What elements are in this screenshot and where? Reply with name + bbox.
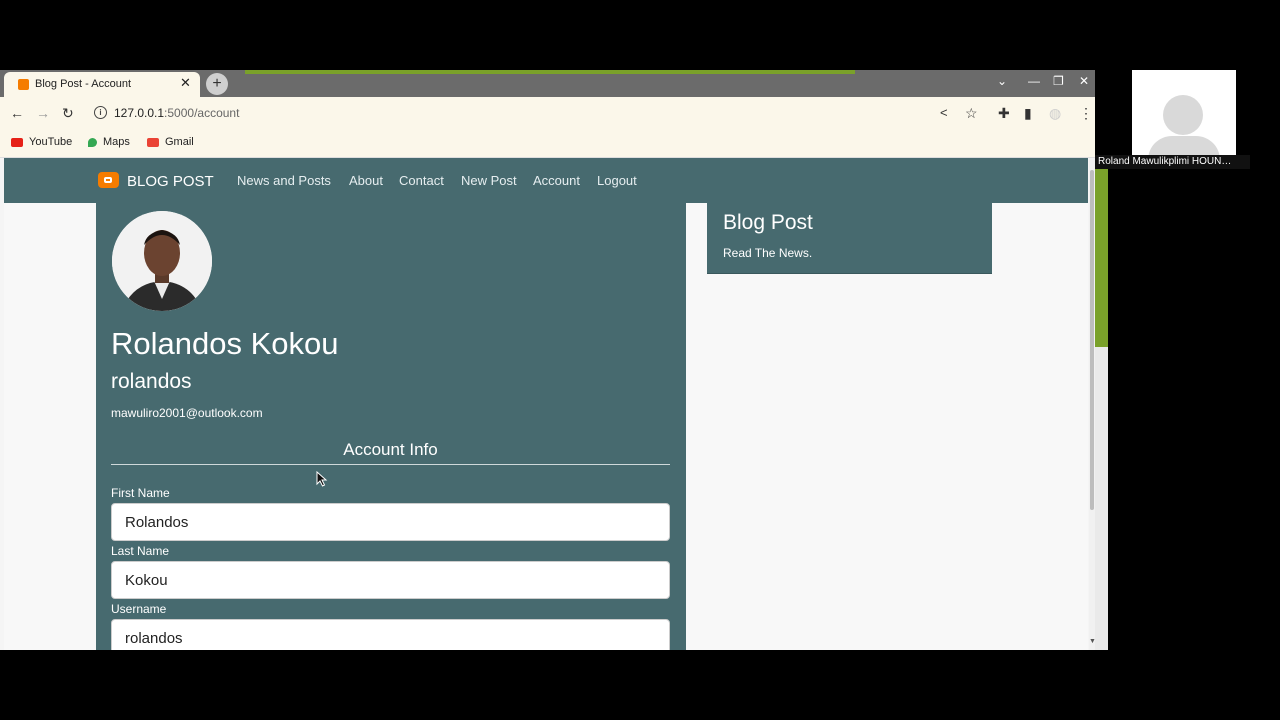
username-field[interactable] xyxy=(111,619,670,650)
background-window-edge xyxy=(1095,157,1108,650)
profile-avatar xyxy=(112,211,212,311)
meeting-participant-tile[interactable] xyxy=(1132,70,1236,160)
profile-photo xyxy=(112,211,212,311)
maps-pin-icon xyxy=(88,137,97,147)
nav-account[interactable]: Account xyxy=(533,173,580,188)
nav-logout[interactable]: Logout xyxy=(597,173,637,188)
background-window-accent xyxy=(1095,157,1108,347)
username-label: Username xyxy=(111,602,167,616)
first-name-field[interactable] xyxy=(111,503,670,541)
sidebar-subtitle: Read The News. xyxy=(723,246,813,260)
url-host: 127.0.0.1 xyxy=(114,106,165,120)
profile-username: rolandos xyxy=(111,370,192,393)
bookmark-label: YouTube xyxy=(29,136,73,148)
sidebar-title: Blog Post xyxy=(723,211,813,234)
nav-about[interactable]: About xyxy=(349,173,383,188)
bookmarks-bar: YouTube Maps Gmail xyxy=(0,130,1095,158)
blogger-favicon-icon xyxy=(18,79,29,90)
side-panel-icon[interactable]: ▮ xyxy=(1024,105,1032,122)
forward-icon[interactable]: → xyxy=(36,105,50,121)
sidebar-box: Blog Post Read The News. xyxy=(707,203,992,274)
tab-close-icon[interactable]: ✕ xyxy=(180,75,191,91)
minimize-icon[interactable]: — xyxy=(1028,74,1040,88)
profile-email: mawuliro2001@outlook.com xyxy=(111,406,263,420)
participant-avatar-icon xyxy=(1163,95,1203,135)
window-close-icon[interactable]: ✕ xyxy=(1079,74,1089,88)
url-path: :5000/account xyxy=(164,106,240,120)
new-tab-button[interactable]: + xyxy=(206,73,228,95)
gmail-icon xyxy=(147,137,159,147)
account-info-heading: Account Info xyxy=(111,440,670,465)
url-text: 127.0.0.1:5000/account xyxy=(114,106,239,120)
address-bar[interactable]: i 127.0.0.1:5000/account xyxy=(88,101,1000,127)
scrollbar-thumb[interactable] xyxy=(1090,170,1094,510)
tab-strip-accent xyxy=(245,70,855,74)
site-navbar: BLOG POST News and Posts About Contact N… xyxy=(4,158,1088,203)
participant-name: Roland Mawulikplimi HOUN… xyxy=(1095,155,1250,169)
account-card: Rolandos Kokou rolandos mawuliro2001@out… xyxy=(96,203,686,650)
profile-full-name: Rolandos Kokou xyxy=(111,326,339,361)
nav-new-post[interactable]: New Post xyxy=(461,173,517,188)
share-icon[interactable]: < xyxy=(940,105,948,120)
bookmark-label: Maps xyxy=(103,136,130,148)
browser-toolbar: ← → ↻ i 127.0.0.1:5000/account < ☆ ✚ ▮ ◍… xyxy=(0,97,1095,130)
tab-strip: Blog Post - Account ✕ + ⌄ — ❐ ✕ xyxy=(0,70,1095,97)
nav-contact[interactable]: Contact xyxy=(399,173,444,188)
browser-window: Blog Post - Account ✕ + ⌄ — ❐ ✕ ← → ↻ i … xyxy=(0,70,1095,650)
page-viewport: BLOG POST News and Posts About Contact N… xyxy=(4,158,1088,650)
brand-text: BLOG POST xyxy=(127,173,214,190)
extensions-icon[interactable]: ✚ xyxy=(998,105,1010,122)
first-name-label: First Name xyxy=(111,486,170,500)
reload-icon[interactable]: ↻ xyxy=(62,105,74,122)
back-icon[interactable]: ← xyxy=(10,105,24,121)
site-info-icon[interactable]: i xyxy=(94,106,107,119)
bookmark-maps[interactable]: Maps xyxy=(88,136,130,148)
last-name-field[interactable] xyxy=(111,561,670,599)
nav-news-and-posts[interactable]: News and Posts xyxy=(237,173,331,188)
bookmark-youtube[interactable]: YouTube xyxy=(11,136,72,148)
bookmark-gmail[interactable]: Gmail xyxy=(147,136,194,148)
menu-kebab-icon[interactable]: ⋮ xyxy=(1079,105,1093,122)
bookmark-label: Gmail xyxy=(165,136,194,148)
tab-title: Blog Post - Account xyxy=(35,78,131,90)
bookmark-star-icon[interactable]: ☆ xyxy=(965,105,978,122)
tab-search-icon[interactable]: ⌄ xyxy=(997,74,1007,88)
site-brand[interactable]: BLOG POST xyxy=(98,172,214,190)
profile-icon[interactable]: ◍ xyxy=(1049,105,1061,122)
last-name-label: Last Name xyxy=(111,544,170,558)
tab-active[interactable]: Blog Post - Account ✕ xyxy=(4,72,200,97)
blogger-logo-icon xyxy=(98,172,119,188)
youtube-icon xyxy=(11,137,23,147)
restore-icon[interactable]: ❐ xyxy=(1053,74,1064,88)
